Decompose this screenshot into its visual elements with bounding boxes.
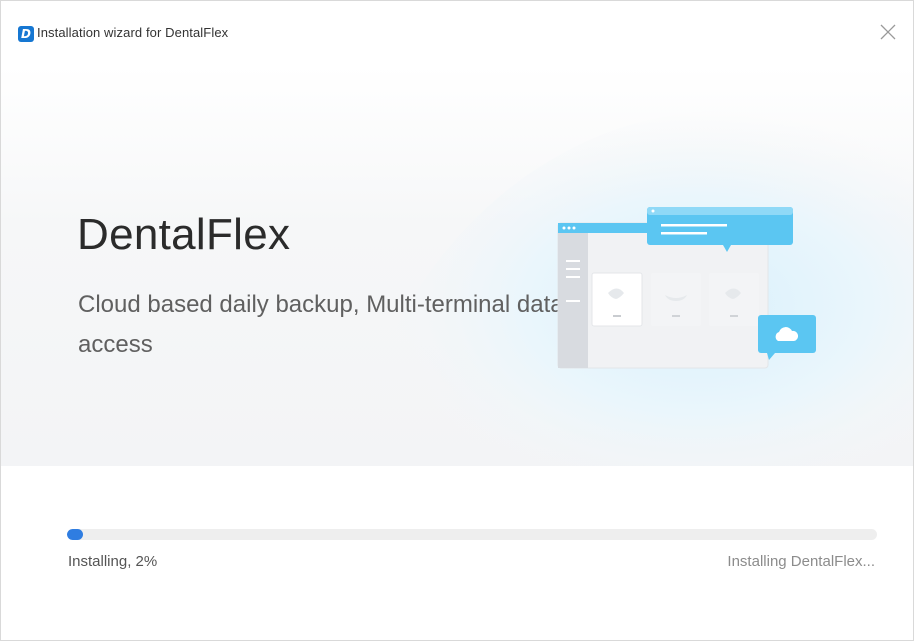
progress-bar xyxy=(67,529,877,540)
dentalflex-logo-icon: D xyxy=(18,26,34,42)
progress-bar-fill xyxy=(67,529,84,540)
app-icon-letter: D xyxy=(21,27,31,41)
close-button[interactable] xyxy=(877,21,899,43)
window-title: Installation wizard for DentalFlex xyxy=(37,25,229,40)
close-icon xyxy=(880,24,896,40)
title-bar: D Installation wizard for DentalFlex xyxy=(1,1,913,65)
progress-status-text: Installing, 2% xyxy=(68,553,158,570)
progress-section: Installing, 2% Installing DentalFlex... xyxy=(1,466,913,640)
installer-window: D Installation wizard for DentalFlex Den… xyxy=(0,0,914,641)
progress-detail-text: Installing DentalFlex... xyxy=(727,553,875,570)
app-illustration xyxy=(557,207,816,369)
hero-banner: DentalFlex Cloud based daily backup, Mul… xyxy=(1,65,913,466)
